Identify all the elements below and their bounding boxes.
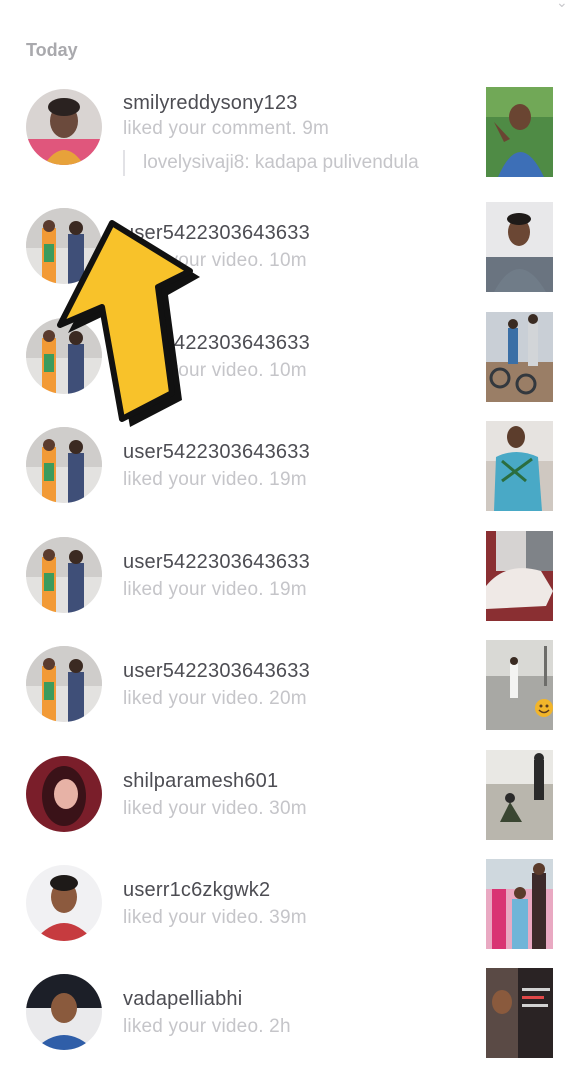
notification-row[interactable]: smilyreddysony123 liked your comment. 9m… — [0, 87, 576, 190]
activity-text: liked your video. 39m — [123, 907, 307, 928]
notification-row[interactable]: user5422303643633 liked your video. 19m — [0, 421, 576, 527]
comment-reply-text[interactable]: lovelysivaji8: kadapa pulivendula — [123, 150, 419, 176]
activity-text: liked your video. 20m — [123, 688, 307, 709]
activity-text: liked your video. 19m — [123, 469, 307, 490]
video-thumbnail[interactable] — [486, 312, 553, 402]
username[interactable]: smilyreddysony123 — [123, 92, 298, 115]
notification-row[interactable]: userr1c6zkgwk2 liked your video. 39m — [0, 859, 576, 965]
video-thumbnail[interactable] — [486, 859, 553, 949]
user-avatar[interactable] — [26, 756, 102, 832]
notification-row[interactable]: shilparamesh601 liked your video. 30m — [0, 750, 576, 856]
username[interactable]: user5422303643633 — [123, 660, 310, 683]
user-avatar[interactable] — [26, 89, 102, 165]
video-thumbnail[interactable] — [486, 421, 553, 511]
user-avatar[interactable] — [26, 646, 102, 722]
pointer-arrow-icon — [57, 220, 200, 427]
activity-text: liked your video. 2h — [123, 1016, 291, 1037]
username[interactable]: shilparamesh601 — [123, 770, 278, 793]
activity-text: liked your video. 30m — [123, 798, 307, 819]
video-thumbnail[interactable] — [486, 640, 553, 730]
user-avatar[interactable] — [26, 974, 102, 1050]
activity-list: smilyreddysony123 liked your comment. 9m… — [0, 0, 576, 1058]
video-thumbnail[interactable] — [486, 87, 553, 177]
activity-text: liked your comment. 9m — [123, 118, 330, 139]
video-thumbnail[interactable] — [486, 750, 553, 840]
username[interactable]: user5422303643633 — [123, 551, 310, 574]
video-thumbnail[interactable] — [486, 531, 553, 621]
video-thumbnail[interactable] — [486, 968, 553, 1058]
notification-row[interactable]: user5422303643633 liked your video. 19m — [0, 531, 576, 637]
username[interactable]: user5422303643633 — [123, 441, 310, 464]
user-avatar[interactable] — [26, 865, 102, 941]
username[interactable]: vadapelliabhi — [123, 988, 242, 1011]
username[interactable]: userr1c6zkgwk2 — [123, 879, 270, 902]
video-thumbnail[interactable] — [486, 202, 553, 292]
activity-text: liked your video. 19m — [123, 579, 307, 600]
notification-row[interactable]: user5422303643633 liked your video. 20m — [0, 640, 576, 746]
user-avatar[interactable] — [26, 537, 102, 613]
notification-row[interactable]: vadapelliabhi liked your video. 2h — [0, 968, 576, 1074]
